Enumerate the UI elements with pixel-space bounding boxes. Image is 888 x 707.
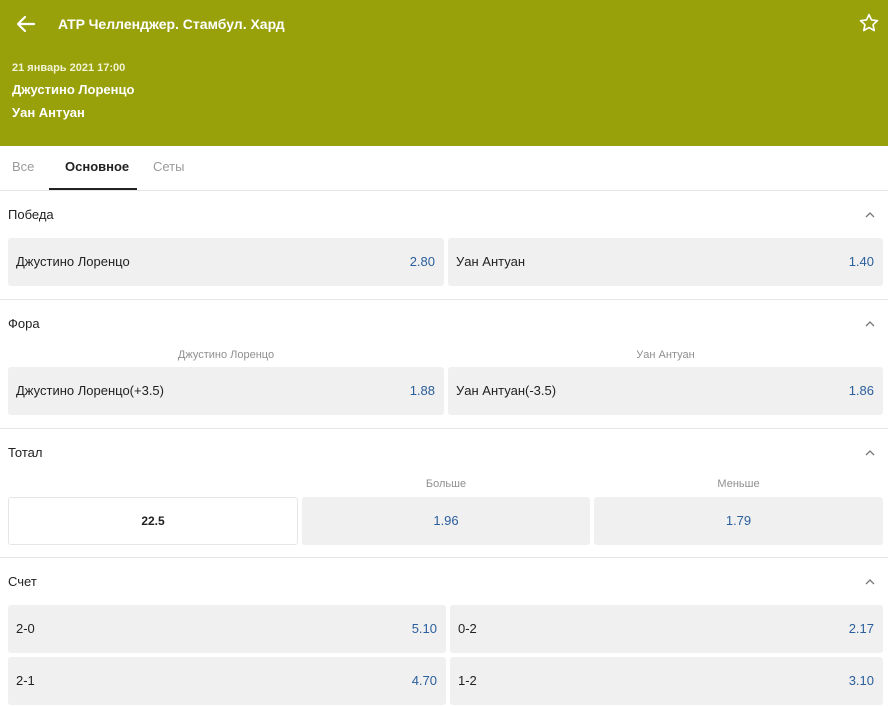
section-divider [0, 557, 888, 558]
market-tabs: Все Основное Сеты [0, 146, 888, 191]
option-label: Уан Антуан(-3.5) [456, 383, 557, 398]
option-label: 2-1 [16, 673, 35, 688]
match-header: ATP Челленджер. Стамбул. Хард 21 январь … [0, 0, 888, 146]
handicap-section-title: Фора [8, 316, 40, 331]
odds-value: 1.40 [848, 254, 874, 269]
chevron-up-icon[interactable] [864, 320, 876, 328]
win-section-title: Победа [8, 207, 54, 222]
total-under-button[interactable]: 1.79 [594, 497, 883, 545]
section-divider [0, 428, 888, 429]
odds-value: 1.96 [433, 513, 459, 528]
handicap-column-team1: Джустино Лоренцо [177, 349, 275, 361]
option-label: Джустино Лоренцо [16, 254, 130, 269]
odds-value: 1.88 [409, 383, 435, 398]
handicap-option-team1[interactable]: Джустино Лоренцо(+3.5) 1.88 [8, 367, 444, 415]
odds-value: 2.17 [848, 621, 874, 636]
chevron-up-icon[interactable] [864, 211, 876, 219]
score-option[interactable]: 0-2 2.17 [450, 605, 883, 653]
option-label: 2-0 [16, 621, 35, 636]
odds-value: 1.79 [725, 513, 752, 528]
favorite-star-icon[interactable] [858, 12, 880, 34]
total-over-button[interactable]: 1.96 [302, 497, 590, 545]
score-option[interactable]: 1-2 3.10 [450, 657, 883, 705]
option-label: 1-2 [458, 673, 477, 688]
total-under-label: Меньше [717, 478, 760, 490]
team-2-name: Уан Антуан [12, 105, 85, 120]
handicap-column-team2: Уан Антуан [636, 349, 695, 361]
tab-all[interactable]: Все [12, 146, 34, 191]
odds-value: 4.70 [411, 673, 437, 688]
match-date: 21 январь 2021 17:00 [12, 62, 126, 74]
score-option[interactable]: 2-0 5.10 [8, 605, 446, 653]
odds-value: 3.10 [848, 673, 874, 688]
score-option[interactable]: 2-1 4.70 [8, 657, 446, 705]
odds-value: 2.80 [409, 254, 435, 269]
total-over-label: Больше [425, 478, 467, 490]
tournament-title: ATP Челленджер. Стамбул. Хард [58, 16, 285, 32]
option-label: 0-2 [458, 621, 477, 636]
odds-value: 1.86 [848, 383, 874, 398]
active-tab-indicator [49, 188, 137, 190]
section-divider [0, 299, 888, 300]
tab-main[interactable]: Основное [65, 146, 129, 191]
option-label: Уан Антуан [456, 254, 525, 269]
handicap-option-team2[interactable]: Уан Антуан(-3.5) 1.86 [448, 367, 883, 415]
team-1-name: Джустино Лоренцо [12, 82, 135, 97]
win-option-team1[interactable]: Джустино Лоренцо 2.80 [8, 238, 444, 286]
tab-sets[interactable]: Сеты [153, 146, 184, 191]
odds-value: 5.10 [411, 621, 437, 636]
score-section-title: Счет [8, 574, 37, 589]
total-section-title: Тотал [8, 445, 43, 460]
chevron-up-icon[interactable] [864, 578, 876, 586]
win-option-team2[interactable]: Уан Антуан 1.40 [448, 238, 883, 286]
total-line-value: 22.5 [8, 497, 298, 545]
chevron-up-icon[interactable] [864, 449, 876, 457]
back-arrow-icon[interactable] [14, 12, 38, 36]
option-label: Джустино Лоренцо(+3.5) [16, 383, 164, 398]
